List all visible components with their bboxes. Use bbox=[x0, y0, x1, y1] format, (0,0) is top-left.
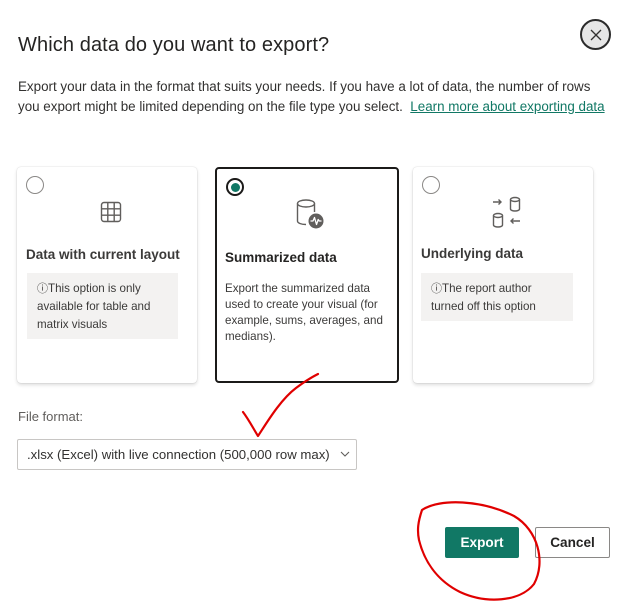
info-icon: ⓘ bbox=[37, 283, 48, 295]
option-description: Export the summarized data used to creat… bbox=[225, 282, 383, 343]
radio-underlying[interactable] bbox=[422, 176, 440, 194]
radio-current-layout[interactable] bbox=[26, 176, 44, 194]
learn-more-link[interactable]: Learn more about exporting data bbox=[410, 99, 604, 114]
option-title: Underlying data bbox=[421, 246, 524, 261]
radio-summarized[interactable] bbox=[226, 178, 244, 196]
dialog-description: Export your data in the format that suit… bbox=[18, 79, 605, 114]
option-card-underlying[interactable]: Underlying data ⓘThe report author turne… bbox=[413, 167, 593, 383]
option-title: Summarized data bbox=[225, 250, 337, 265]
table-grid-icon bbox=[100, 201, 122, 223]
annotation-checkmark bbox=[241, 372, 320, 438]
file-format-value: .xlsx (Excel) with live connection (500,… bbox=[27, 447, 330, 462]
chevron-down-icon bbox=[340, 451, 350, 457]
close-icon bbox=[590, 29, 601, 40]
option-card-summarized[interactable]: Summarized data Export the summarized da… bbox=[215, 167, 399, 383]
dialog-title: Which data do you want to export? bbox=[18, 34, 330, 56]
info-icon: ⓘ bbox=[431, 283, 442, 295]
file-format-label: File format: bbox=[18, 409, 84, 424]
close-button[interactable] bbox=[580, 19, 611, 50]
database-sync-icon bbox=[492, 196, 521, 228]
file-format-dropdown[interactable]: .xlsx (Excel) with live connection (500,… bbox=[17, 439, 357, 470]
option-title: Data with current layout bbox=[26, 247, 180, 262]
option-card-current-layout[interactable]: Data with current layout ⓘThis option is… bbox=[17, 167, 197, 383]
info-box: ⓘThis option is only available for table… bbox=[27, 273, 178, 339]
info-box: ⓘThe report author turned off this optio… bbox=[421, 273, 573, 321]
cancel-button[interactable]: Cancel bbox=[535, 527, 610, 558]
export-button[interactable]: Export bbox=[445, 527, 519, 558]
database-pulse-icon bbox=[296, 199, 324, 229]
